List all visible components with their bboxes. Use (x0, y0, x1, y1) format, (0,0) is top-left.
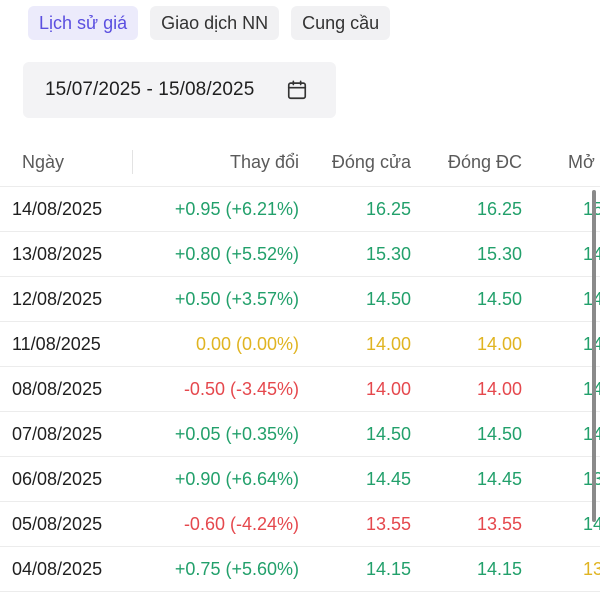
cell-close: 13.55 (365, 514, 411, 534)
table-row[interactable]: 11/08/20250.00 (0.00%)14.0014.0014 (0, 322, 600, 367)
cell-date: 04/08/2025 (12, 559, 103, 579)
price-history-table: Ngày Thay đổi Đóng cửa Đóng ĐC Mở 14/08/… (0, 138, 600, 592)
cell-close: 14.15 (365, 559, 411, 579)
header-change[interactable]: Thay đổi (230, 138, 299, 186)
table-row[interactable]: 05/08/2025 -0.60 (-4.24%) 13.55 13.55 14 (0, 502, 600, 547)
table-header: Ngày Thay đổi Đóng cửa Đóng ĐC Mở (0, 138, 600, 187)
cell-close: 14.50 (365, 424, 411, 444)
cell-date: 06/08/2025 (12, 469, 103, 489)
tab-bar: Lịch sử giá Giao dịch NN Cung cầu (28, 6, 391, 40)
calendar-icon[interactable] (286, 79, 308, 101)
tab-supply-demand[interactable]: Cung cầu (291, 6, 391, 40)
table-row[interactable]: 08/08/2025-0.50 (-3.45%)14.0014.0014 (0, 367, 600, 412)
cell-close: 14.45 (365, 469, 411, 489)
cell-change: 0.00 (0.00%) (195, 334, 299, 354)
cell-close: 14.00 (365, 334, 411, 354)
cell-open: 13 (583, 559, 600, 579)
cell-adjusted-close: 13.55 (476, 514, 522, 534)
table-row[interactable]: 04/08/2025 +0.75 (+5.60%) 14.15 14.15 13 (0, 547, 600, 592)
tab-foreign-trading[interactable]: Giao dịch NN (150, 6, 280, 40)
cell-change: +0.05 (+0.35%) (174, 424, 299, 444)
tab-price-history[interactable]: Lịch sử giá (28, 6, 139, 40)
header-date[interactable]: Ngày (22, 138, 64, 186)
header-divider (132, 150, 133, 174)
header-close[interactable]: Đóng cửa (332, 138, 411, 186)
vertical-scrollbar[interactable] (592, 190, 596, 522)
cell-close: 14.50 (365, 289, 411, 309)
cell-date: 12/08/2025 (12, 289, 103, 309)
table-row[interactable]: 07/08/2025+0.05 (+0.35%)14.5014.5014 (0, 412, 600, 457)
cell-adjusted-close: 14.50 (476, 424, 522, 444)
cell-change: +0.95 (+6.21%) (174, 199, 299, 219)
date-range-picker[interactable]: 15/07/2025 - 15/08/2025 (23, 62, 336, 118)
header-adjusted-close[interactable]: Đóng ĐC (448, 138, 522, 186)
table-row[interactable]: 06/08/2025+0.90 (+6.64%)14.4514.4513 (0, 457, 600, 502)
cell-change: +0.75 (+5.60%) (174, 559, 299, 579)
table-row[interactable]: 12/08/2025+0.50 (+3.57%)14.5014.5014 (0, 277, 600, 322)
cell-date: 14/08/2025 (12, 199, 103, 219)
cell-adjusted-close: 15.30 (476, 244, 522, 264)
cell-close: 15.30 (365, 244, 411, 264)
table-row[interactable]: 13/08/2025+0.80 (+5.52%)15.3015.3014 (0, 232, 600, 277)
cell-date: 08/08/2025 (12, 379, 103, 399)
cell-date: 11/08/2025 (12, 334, 101, 354)
cell-change: +0.80 (+5.52%) (174, 244, 299, 264)
cell-date: 13/08/2025 (12, 244, 103, 264)
cell-change: +0.50 (+3.57%) (174, 289, 299, 309)
date-range-text: 15/07/2025 - 15/08/2025 (45, 79, 255, 100)
cell-close: 16.25 (365, 199, 411, 219)
table-body: 14/08/2025+0.95 (+6.21%)16.2516.251513/0… (0, 187, 600, 592)
cell-adjusted-close: 16.25 (476, 199, 522, 219)
header-open[interactable]: Mở (568, 138, 595, 186)
cell-change: -0.60 (-4.24%) (183, 514, 299, 534)
cell-adjusted-close: 14.00 (476, 379, 522, 399)
table-row[interactable]: 14/08/2025+0.95 (+6.21%)16.2516.2515 (0, 187, 600, 232)
cell-date: 05/08/2025 (12, 514, 103, 534)
cell-adjusted-close: 14.45 (476, 469, 522, 489)
cell-close: 14.00 (365, 379, 411, 399)
cell-adjusted-close: 14.15 (476, 559, 522, 579)
cell-adjusted-close: 14.00 (476, 334, 522, 354)
cell-adjusted-close: 14.50 (476, 289, 522, 309)
cell-date: 07/08/2025 (12, 424, 103, 444)
cell-change: -0.50 (-3.45%) (183, 379, 299, 399)
cell-change: +0.90 (+6.64%) (174, 469, 299, 489)
